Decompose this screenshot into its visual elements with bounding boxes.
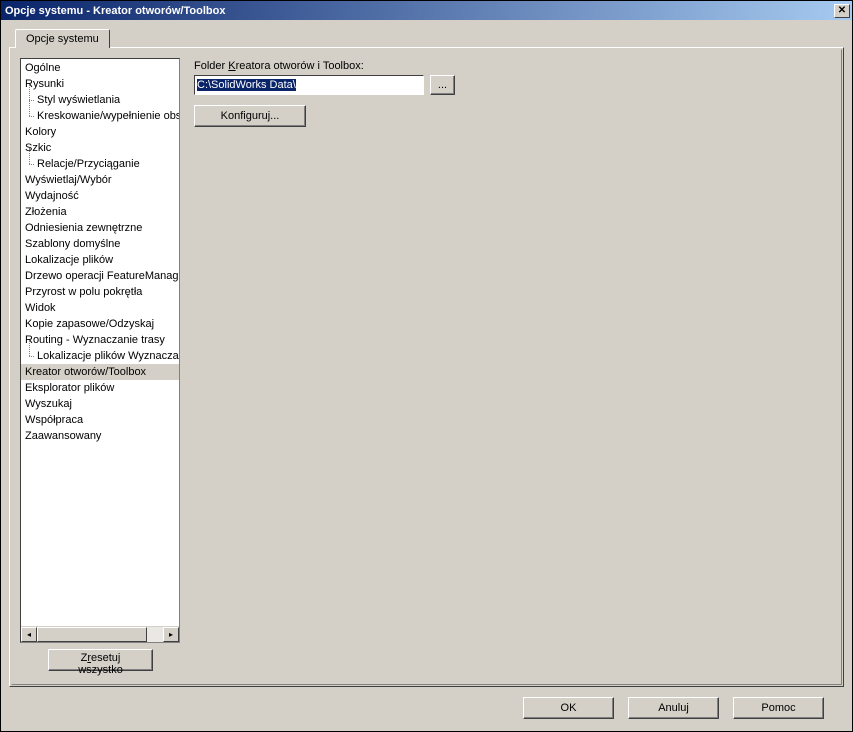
- tree-item[interactable]: Zaawansowany: [21, 428, 179, 444]
- tree-item[interactable]: Współpraca: [21, 412, 179, 428]
- tree-container: OgólneRysunkiStyl wyświetlaniaKreskowani…: [20, 58, 180, 643]
- dialog-buttons: OK Anuluj Pomoc: [9, 687, 844, 723]
- window-title: Opcje systemu - Kreator otworów/Toolbox: [5, 5, 834, 17]
- cancel-button[interactable]: Anuluj: [628, 697, 719, 719]
- tree-item[interactable]: Kolory: [21, 124, 179, 140]
- tab-panel: OgólneRysunkiStyl wyświetlaniaKreskowani…: [9, 47, 844, 687]
- tree-item[interactable]: Eksplorator plików: [21, 380, 179, 396]
- close-icon: ✕: [838, 5, 846, 16]
- tree-item[interactable]: Widok: [21, 300, 179, 316]
- tab-panel-inner: OgólneRysunkiStyl wyświetlaniaKreskowani…: [11, 49, 842, 685]
- folder-row: C:\SolidWorks Data\ ...: [194, 75, 833, 95]
- tree-item[interactable]: Wyszukaj: [21, 396, 179, 412]
- scroll-right-button[interactable]: ▸: [163, 627, 179, 642]
- tabs-row: Opcje systemu: [15, 28, 844, 47]
- tree-item[interactable]: Kopie zapasowe/Odzyskaj: [21, 316, 179, 332]
- titlebar: Opcje systemu - Kreator otworów/Toolbox …: [1, 1, 852, 20]
- help-button[interactable]: Pomoc: [733, 697, 824, 719]
- tree-item[interactable]: Drzewo operacji FeatureManager: [21, 268, 179, 284]
- tree-item[interactable]: Lokalizacje plików Wyznaczania trasy: [21, 348, 179, 364]
- browse-button[interactable]: ...: [430, 75, 455, 95]
- scroll-track[interactable]: [37, 627, 163, 642]
- folder-path-input[interactable]: C:\SolidWorks Data\: [194, 75, 424, 95]
- tree-item[interactable]: Przyrost w polu pokrętła: [21, 284, 179, 300]
- tree-item[interactable]: Wyświetlaj/Wybór: [21, 172, 179, 188]
- dialog-window: Opcje systemu - Kreator otworów/Toolbox …: [0, 0, 853, 732]
- tree-item[interactable]: Rysunki: [21, 76, 179, 92]
- horizontal-scrollbar[interactable]: ◂ ▸: [21, 626, 179, 642]
- tree-item[interactable]: Ogólne: [21, 60, 179, 76]
- tree-item[interactable]: Odniesienia zewnętrzne: [21, 220, 179, 236]
- tree-item[interactable]: Kreator otworów/Toolbox: [21, 364, 179, 380]
- tree-item[interactable]: Złożenia: [21, 204, 179, 220]
- tree-item[interactable]: Wydajność: [21, 188, 179, 204]
- scroll-left-button[interactable]: ◂: [21, 627, 37, 642]
- close-button[interactable]: ✕: [834, 4, 850, 18]
- ok-button[interactable]: OK: [523, 697, 614, 719]
- tree-item[interactable]: Routing - Wyznaczanie trasy: [21, 332, 179, 348]
- reset-row: Zresetuj wszystko: [20, 649, 833, 676]
- content-row: OgólneRysunkiStyl wyświetlaniaKreskowani…: [20, 58, 833, 643]
- dialog-body: Opcje systemu OgólneRysunkiStyl wyświetl…: [1, 20, 852, 731]
- tree-item[interactable]: Lokalizacje plików: [21, 252, 179, 268]
- tree-item[interactable]: Szablony domyślne: [21, 236, 179, 252]
- scroll-thumb[interactable]: [37, 627, 147, 642]
- tab-system-options[interactable]: Opcje systemu: [15, 29, 110, 48]
- configure-button[interactable]: Konfiguruj...: [194, 105, 306, 127]
- tree-item[interactable]: Kreskowanie/wypełnienie obszaru: [21, 108, 179, 124]
- folder-label: Folder Kreatora otworów i Toolbox:: [194, 60, 833, 72]
- settings-pane: Folder Kreatora otworów i Toolbox: C:\So…: [194, 58, 833, 643]
- tree-item[interactable]: Szkic: [21, 140, 179, 156]
- tree-item[interactable]: Styl wyświetlania: [21, 92, 179, 108]
- tree-item[interactable]: Relacje/Przyciąganie: [21, 156, 179, 172]
- reset-all-button[interactable]: Zresetuj wszystko: [48, 649, 153, 671]
- options-tree[interactable]: OgólneRysunkiStyl wyświetlaniaKreskowani…: [20, 58, 180, 643]
